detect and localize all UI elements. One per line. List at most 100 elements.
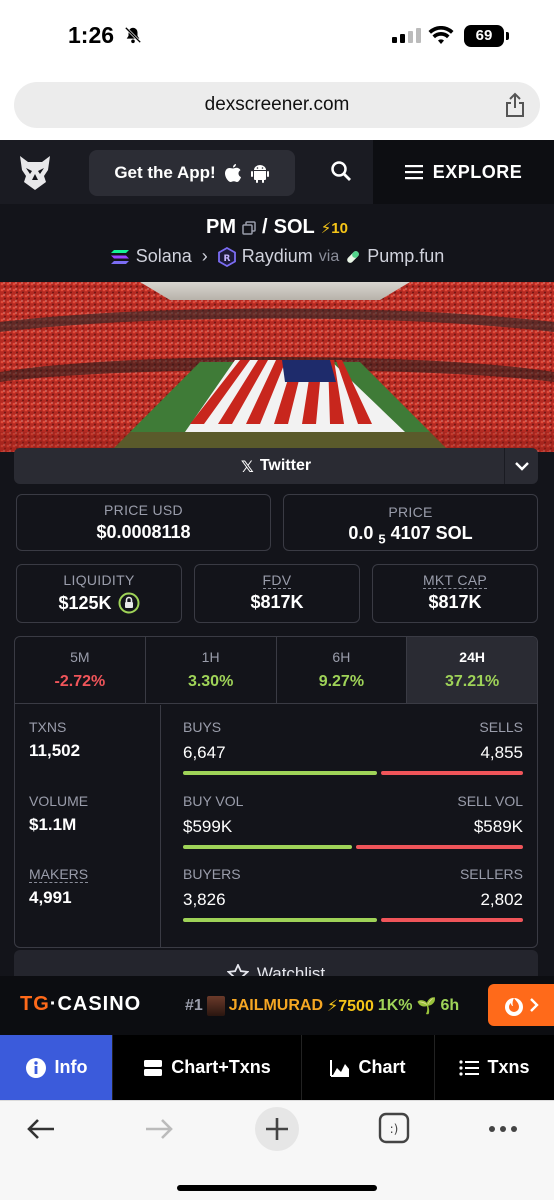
makers-label: MAKERS	[29, 866, 89, 883]
mktcap-label: MKT CAP	[373, 572, 537, 589]
split-view-icon	[144, 1059, 163, 1076]
dex-name[interactable]: Raydium	[242, 246, 313, 267]
sells-label: SELLS	[479, 719, 523, 735]
search-icon[interactable]	[330, 160, 352, 182]
bell-muted-icon	[124, 26, 142, 44]
tab-5m[interactable]: 5M -2.72%	[15, 637, 146, 703]
home-indicator	[177, 1185, 377, 1191]
sellers-bar	[381, 918, 523, 922]
liquidity-card: LIQUIDITY $125K	[16, 564, 182, 623]
base-token: PM	[206, 216, 237, 238]
sell-vol-bar	[356, 845, 523, 849]
more-options-icon[interactable]	[488, 1125, 518, 1133]
tab-txns-label: Txns	[487, 1057, 530, 1077]
forward-arrow-icon[interactable]	[144, 1117, 174, 1141]
share-icon[interactable]	[504, 92, 526, 118]
browser-address-area: dexscreener.com	[0, 76, 554, 140]
tab-chart-label: Chart	[358, 1057, 406, 1077]
fdv-label-text: FDV	[262, 572, 292, 589]
tab-1h[interactable]: 1H 3.30%	[146, 637, 277, 703]
trending-rank: #1	[185, 997, 203, 1014]
via-label: via	[318, 247, 340, 265]
area-chart-icon	[330, 1059, 350, 1077]
price-native-zeros: 5	[378, 531, 386, 547]
sellers-value: 2,802	[480, 890, 523, 909]
url-text: dexscreener.com	[204, 94, 350, 115]
mktcap-label-text: MKT CAP	[422, 572, 488, 589]
stats-panel: 5M -2.72% 1H 3.30% 6H 9.27% 24H 37.21% T…	[14, 636, 538, 948]
browser-toolbar: :)	[0, 1100, 554, 1200]
trending-boost: ⚡7500	[327, 998, 374, 1015]
txns-label: TXNS	[29, 719, 67, 735]
trending-pct: 1K%	[377, 997, 413, 1014]
lock-icon[interactable]	[118, 592, 140, 614]
trending-ticker-item[interactable]: #1 JAILMURAD ⚡7500 1K% 🌱 6h	[185, 996, 459, 1016]
trending-open-button[interactable]	[488, 984, 554, 1026]
tab-5m-label: 5M	[70, 649, 90, 665]
top-navigation: Get the App! EXPLORE	[0, 140, 554, 204]
tab-1h-change: 3.30%	[187, 673, 234, 690]
back-arrow-icon[interactable]	[26, 1117, 56, 1141]
sell-vol-label: SELL VOL	[457, 793, 523, 809]
liquidity-label: LIQUIDITY	[63, 572, 135, 588]
price-native-rest: 4107 SOL	[390, 523, 473, 543]
dexscreener-logo-icon[interactable]	[18, 154, 52, 192]
wifi-icon	[428, 26, 454, 44]
twitter-link-button[interactable]: 𝕏 Twitter	[14, 448, 538, 484]
pill-icon	[347, 250, 360, 263]
price-native-card: PRICE 0.0 5 4107 SOL	[283, 494, 538, 551]
explore-button[interactable]: EXPLORE	[373, 140, 554, 204]
tab-chart[interactable]: Chart	[302, 1035, 435, 1100]
mktcap-card: MKT CAP $817K	[372, 564, 538, 623]
pair-title: PM / SOL ⚡10	[0, 216, 554, 239]
liquidity-value: $125K	[17, 592, 181, 614]
socials-dropdown-toggle[interactable]	[504, 448, 538, 484]
svg-text::): :)	[390, 1122, 399, 1136]
token-avatar	[206, 996, 225, 1016]
price-usd-value: $0.0008118	[96, 522, 191, 542]
tab-6h[interactable]: 6H 9.27%	[277, 637, 408, 703]
chain-breadcrumb: Solana › R Raydium via Pump.fun	[0, 246, 554, 267]
buyers-sellers-row: BUYERS SELLERS 3,826 2,802	[183, 866, 523, 926]
seedling-icon: 🌱	[416, 998, 437, 1015]
status-bar: 1:26 69	[0, 0, 554, 76]
buys-sells-row: BUYS SELLS 6,647 4,855	[183, 719, 523, 779]
launchpad-name[interactable]: Pump.fun	[367, 246, 444, 267]
boost-badge[interactable]: ⚡10	[321, 219, 348, 237]
tab-5m-change: -2.72%	[54, 673, 106, 690]
fdv-label: FDV	[195, 572, 359, 589]
status-time: 1:26	[68, 22, 115, 48]
volume-stat: VOLUME $1.1M	[29, 793, 88, 835]
buy-vol-bar	[183, 845, 352, 849]
sellers-label: SELLERS	[459, 866, 523, 882]
tabs-icon[interactable]: :)	[378, 1112, 410, 1144]
pair-separator: /	[262, 216, 268, 238]
tab-chart-txns[interactable]: Chart+Txns	[113, 1035, 302, 1100]
token-banner-image	[0, 282, 554, 452]
android-icon	[250, 165, 269, 183]
liquidity-amount: $125K	[58, 592, 112, 613]
price-usd-label: PRICE USD	[104, 502, 183, 518]
tg-casino-ad[interactable]: TG·CASINO	[20, 993, 141, 1016]
tab-txns[interactable]: Txns	[435, 1035, 554, 1100]
buy-vol-value: $599K	[183, 817, 233, 836]
trending-age: 6h	[440, 997, 460, 1014]
address-bar[interactable]: dexscreener.com	[14, 82, 540, 128]
battery-indicator: 69	[464, 25, 504, 47]
tab-6h-change: 9.27%	[318, 673, 365, 690]
get-app-button[interactable]: Get the App!	[89, 150, 295, 196]
explore-label: EXPLORE	[432, 161, 523, 182]
buys-bar	[183, 771, 377, 775]
buyers-bar	[183, 918, 377, 922]
sell-vol-value: $589K	[473, 817, 523, 836]
raydium-icon: R	[217, 246, 236, 267]
casino-brand-a: TG	[20, 993, 50, 1015]
chevron-down-icon	[514, 462, 529, 471]
chevron-right-icon	[530, 998, 539, 1012]
tab-24h[interactable]: 24H 37.21%	[407, 637, 537, 703]
new-tab-icon[interactable]	[254, 1106, 300, 1152]
copy-icon[interactable]	[242, 220, 256, 235]
chain-name[interactable]: Solana	[136, 246, 192, 267]
buy-sell-volume-row: BUY VOL SELL VOL $599K $589K	[183, 793, 523, 853]
tab-info[interactable]: Info	[0, 1035, 113, 1100]
